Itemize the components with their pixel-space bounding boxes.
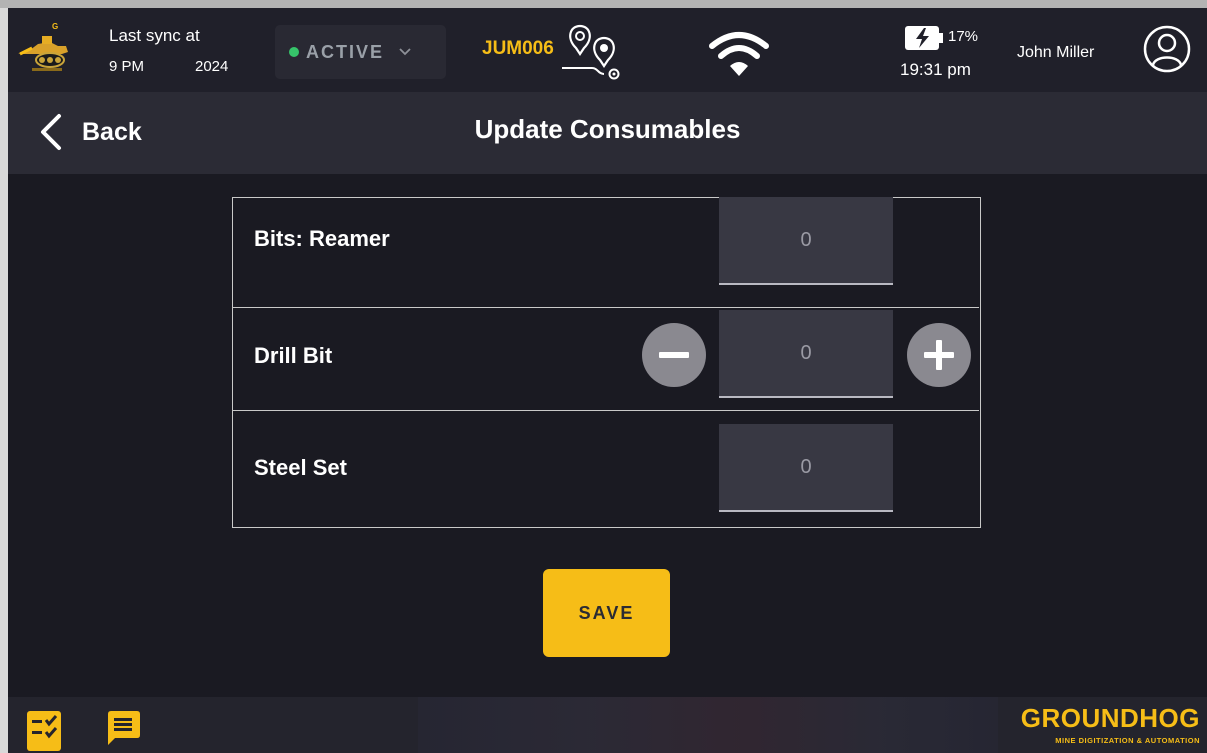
decrement-button[interactable] (642, 323, 706, 387)
consumable-label: Bits: Reamer (254, 226, 390, 251)
app-frame: G Last sync at 9 PM 2024 ACTIVE JUM006 1… (0, 0, 1207, 753)
quantity-field[interactable]: 0 (719, 310, 893, 398)
clock-time: 19:31 pm (900, 60, 971, 79)
brand-tagline: MINE DIGITIZATION & AUTOMATION (1055, 736, 1200, 745)
page-title: Update Consumables (474, 114, 741, 144)
consumable-label: Steel Set (254, 455, 347, 480)
checklist-icon[interactable] (27, 711, 61, 751)
save-button[interactable]: SAVE (543, 569, 670, 657)
user-avatar-icon[interactable] (1142, 24, 1192, 74)
last-sync-year: 2024 (195, 58, 228, 75)
window-left-edge (0, 8, 8, 753)
battery-charging-icon (905, 26, 943, 50)
bottom-bar: GROUNDHOG MINE DIGITIZATION & AUTOMATION (8, 697, 1207, 753)
route-pins-icon[interactable] (562, 24, 634, 80)
quantity-field[interactable]: 0 (719, 424, 893, 512)
svg-text:G: G (52, 22, 58, 31)
consumable-label: Drill Bit (254, 343, 333, 368)
chat-icon[interactable] (106, 711, 140, 745)
bottom-bar-highlight (418, 697, 998, 753)
user-name: John Miller (1017, 44, 1095, 61)
status-dot (289, 47, 299, 57)
machine-id: JUM006 (482, 38, 554, 59)
brand-logo: GROUNDHOG (1020, 703, 1200, 733)
minus-icon (659, 352, 689, 358)
status-label: ACTIVE (306, 41, 385, 62)
battery-percent: 17% (948, 28, 979, 45)
quantity-field[interactable]: 0 (719, 197, 893, 285)
window-top-edge (0, 0, 1207, 8)
status-bar: G Last sync at 9 PM 2024 ACTIVE JUM006 1… (8, 8, 1207, 92)
consumable-row-drill-bit: Drill Bit 0 (233, 297, 979, 411)
last-sync-label: Last sync at (109, 26, 200, 45)
consumable-row-steel-set: Steel Set 0 (233, 411, 979, 527)
consumable-row-bits-reamer: Bits: Reamer 0 (233, 197, 979, 308)
last-sync-time: 9 PM (109, 58, 145, 75)
wifi-icon (709, 32, 769, 76)
drill-rig-logo-icon: G (18, 22, 68, 71)
machine-status-dropdown[interactable]: ACTIVE (275, 25, 446, 79)
consumables-table: Bits: Reamer 0 Drill Bit 0 Steel Set 0 (232, 197, 981, 528)
chevron-down-icon (399, 48, 411, 56)
increment-button[interactable] (907, 323, 971, 387)
plus-icon (924, 340, 954, 370)
page-header: Back Update Consumables (8, 92, 1207, 174)
